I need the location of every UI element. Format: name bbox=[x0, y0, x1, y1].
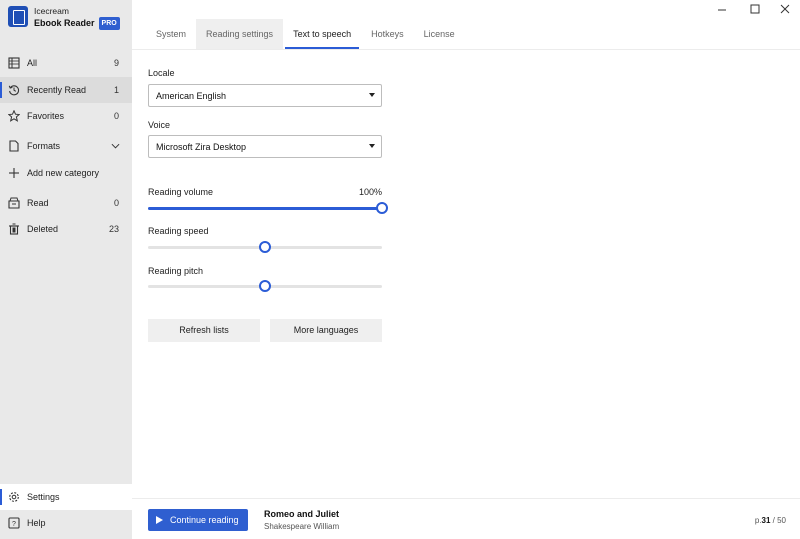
gear-icon bbox=[8, 491, 20, 503]
continue-reading-label: Continue reading bbox=[170, 515, 239, 525]
page-indicator: p.31 / 50 bbox=[754, 516, 786, 525]
sidebar-item-read[interactable]: Read 0 bbox=[0, 190, 132, 216]
tab-system[interactable]: System bbox=[132, 19, 196, 49]
chevron-down-icon[interactable] bbox=[111, 141, 120, 151]
sidebar-item-label: Read bbox=[27, 198, 49, 208]
tab-license[interactable]: License bbox=[414, 19, 465, 49]
sidebar-item-help[interactable]: ? Help bbox=[0, 510, 132, 536]
brand-name: Icecream bbox=[34, 6, 69, 16]
settings-tabs: System Reading settings Text to speech H… bbox=[132, 19, 465, 49]
tab-reading-settings[interactable]: Reading settings bbox=[196, 19, 284, 49]
slider-thumb[interactable] bbox=[259, 241, 271, 253]
sidebar-item-favorites[interactable]: Favorites 0 bbox=[0, 103, 132, 129]
slider-thumb[interactable] bbox=[376, 202, 388, 214]
locale-select[interactable]: American English bbox=[148, 84, 382, 107]
sidebar-item-count: 0 bbox=[113, 111, 119, 121]
pitch-slider[interactable] bbox=[148, 280, 382, 292]
sidebar-item-recently-read[interactable]: Recently Read 1 bbox=[0, 77, 132, 103]
sidebar-item-add-category[interactable]: Add new category bbox=[0, 160, 132, 186]
star-icon bbox=[8, 110, 20, 122]
volume-value: 100% bbox=[358, 187, 382, 197]
archive-icon bbox=[8, 197, 20, 209]
speed-slider[interactable] bbox=[148, 241, 382, 253]
sidebar: Icecream Ebook Reader PRO All 9 Recently… bbox=[0, 0, 132, 539]
speed-label: Reading speed bbox=[148, 226, 209, 236]
dropdown-caret-icon bbox=[369, 93, 375, 97]
sidebar-item-count: 0 bbox=[113, 198, 119, 208]
sidebar-item-formats[interactable]: Formats bbox=[0, 133, 132, 159]
locale-value: American English bbox=[156, 90, 227, 101]
grid-book-icon bbox=[8, 57, 20, 69]
maximize-icon[interactable] bbox=[748, 2, 762, 16]
close-icon[interactable] bbox=[778, 2, 792, 16]
document-icon bbox=[8, 140, 20, 152]
svg-text:?: ? bbox=[12, 521, 16, 528]
brand-product: Ebook Reader bbox=[34, 18, 95, 28]
sidebar-item-label: Add new category bbox=[27, 168, 100, 178]
voice-select[interactable]: Microsoft Zira Desktop bbox=[148, 135, 382, 158]
sidebar-item-count: 1 bbox=[113, 85, 119, 95]
sidebar-item-label: All bbox=[27, 58, 38, 68]
brand: Icecream Ebook Reader PRO bbox=[8, 6, 120, 30]
sidebar-item-label: Deleted bbox=[27, 224, 59, 234]
more-languages-button[interactable]: More languages bbox=[270, 319, 382, 342]
refresh-lists-button[interactable]: Refresh lists bbox=[148, 319, 260, 342]
play-icon bbox=[156, 516, 163, 524]
tabs-divider bbox=[132, 49, 800, 50]
current-book-title: Romeo and Juliet bbox=[264, 509, 340, 519]
pitch-label: Reading pitch bbox=[148, 266, 204, 276]
minimize-icon[interactable] bbox=[715, 2, 729, 16]
volume-label: Reading volume bbox=[148, 187, 214, 197]
sidebar-item-label: Favorites bbox=[27, 111, 65, 121]
slider-fill bbox=[148, 207, 382, 210]
sidebar-item-settings[interactable]: Settings bbox=[0, 484, 132, 510]
tab-text-to-speech[interactable]: Text to speech bbox=[283, 19, 361, 49]
sidebar-item-deleted[interactable]: Deleted 23 bbox=[0, 216, 132, 242]
sidebar-item-label: Recently Read bbox=[27, 85, 87, 95]
sidebar-item-label: Formats bbox=[27, 141, 61, 151]
voice-value: Microsoft Zira Desktop bbox=[156, 141, 247, 152]
sidebar-item-count: 23 bbox=[108, 224, 119, 234]
slider-thumb[interactable] bbox=[259, 280, 271, 292]
pro-badge: PRO bbox=[98, 17, 120, 30]
app-logo-icon bbox=[8, 6, 28, 27]
sidebar-item-count: 9 bbox=[113, 58, 119, 68]
sidebar-item-all[interactable]: All 9 bbox=[0, 50, 132, 76]
sidebar-item-label: Help bbox=[27, 518, 46, 528]
current-book-author: Shakespeare William bbox=[264, 522, 340, 531]
history-icon bbox=[8, 84, 20, 96]
voice-label: Voice bbox=[148, 120, 171, 130]
footer-divider bbox=[132, 498, 800, 499]
continue-reading-button[interactable]: Continue reading bbox=[148, 509, 248, 531]
total-pages: / 50 bbox=[770, 516, 786, 525]
plus-icon bbox=[8, 167, 20, 179]
trash-icon bbox=[8, 223, 20, 235]
tab-hotkeys[interactable]: Hotkeys bbox=[361, 19, 414, 49]
volume-slider[interactable] bbox=[148, 202, 388, 214]
sidebar-item-label: Settings bbox=[27, 492, 60, 502]
locale-label: Locale bbox=[148, 68, 175, 78]
dropdown-caret-icon bbox=[369, 144, 375, 148]
help-icon: ? bbox=[8, 517, 20, 529]
